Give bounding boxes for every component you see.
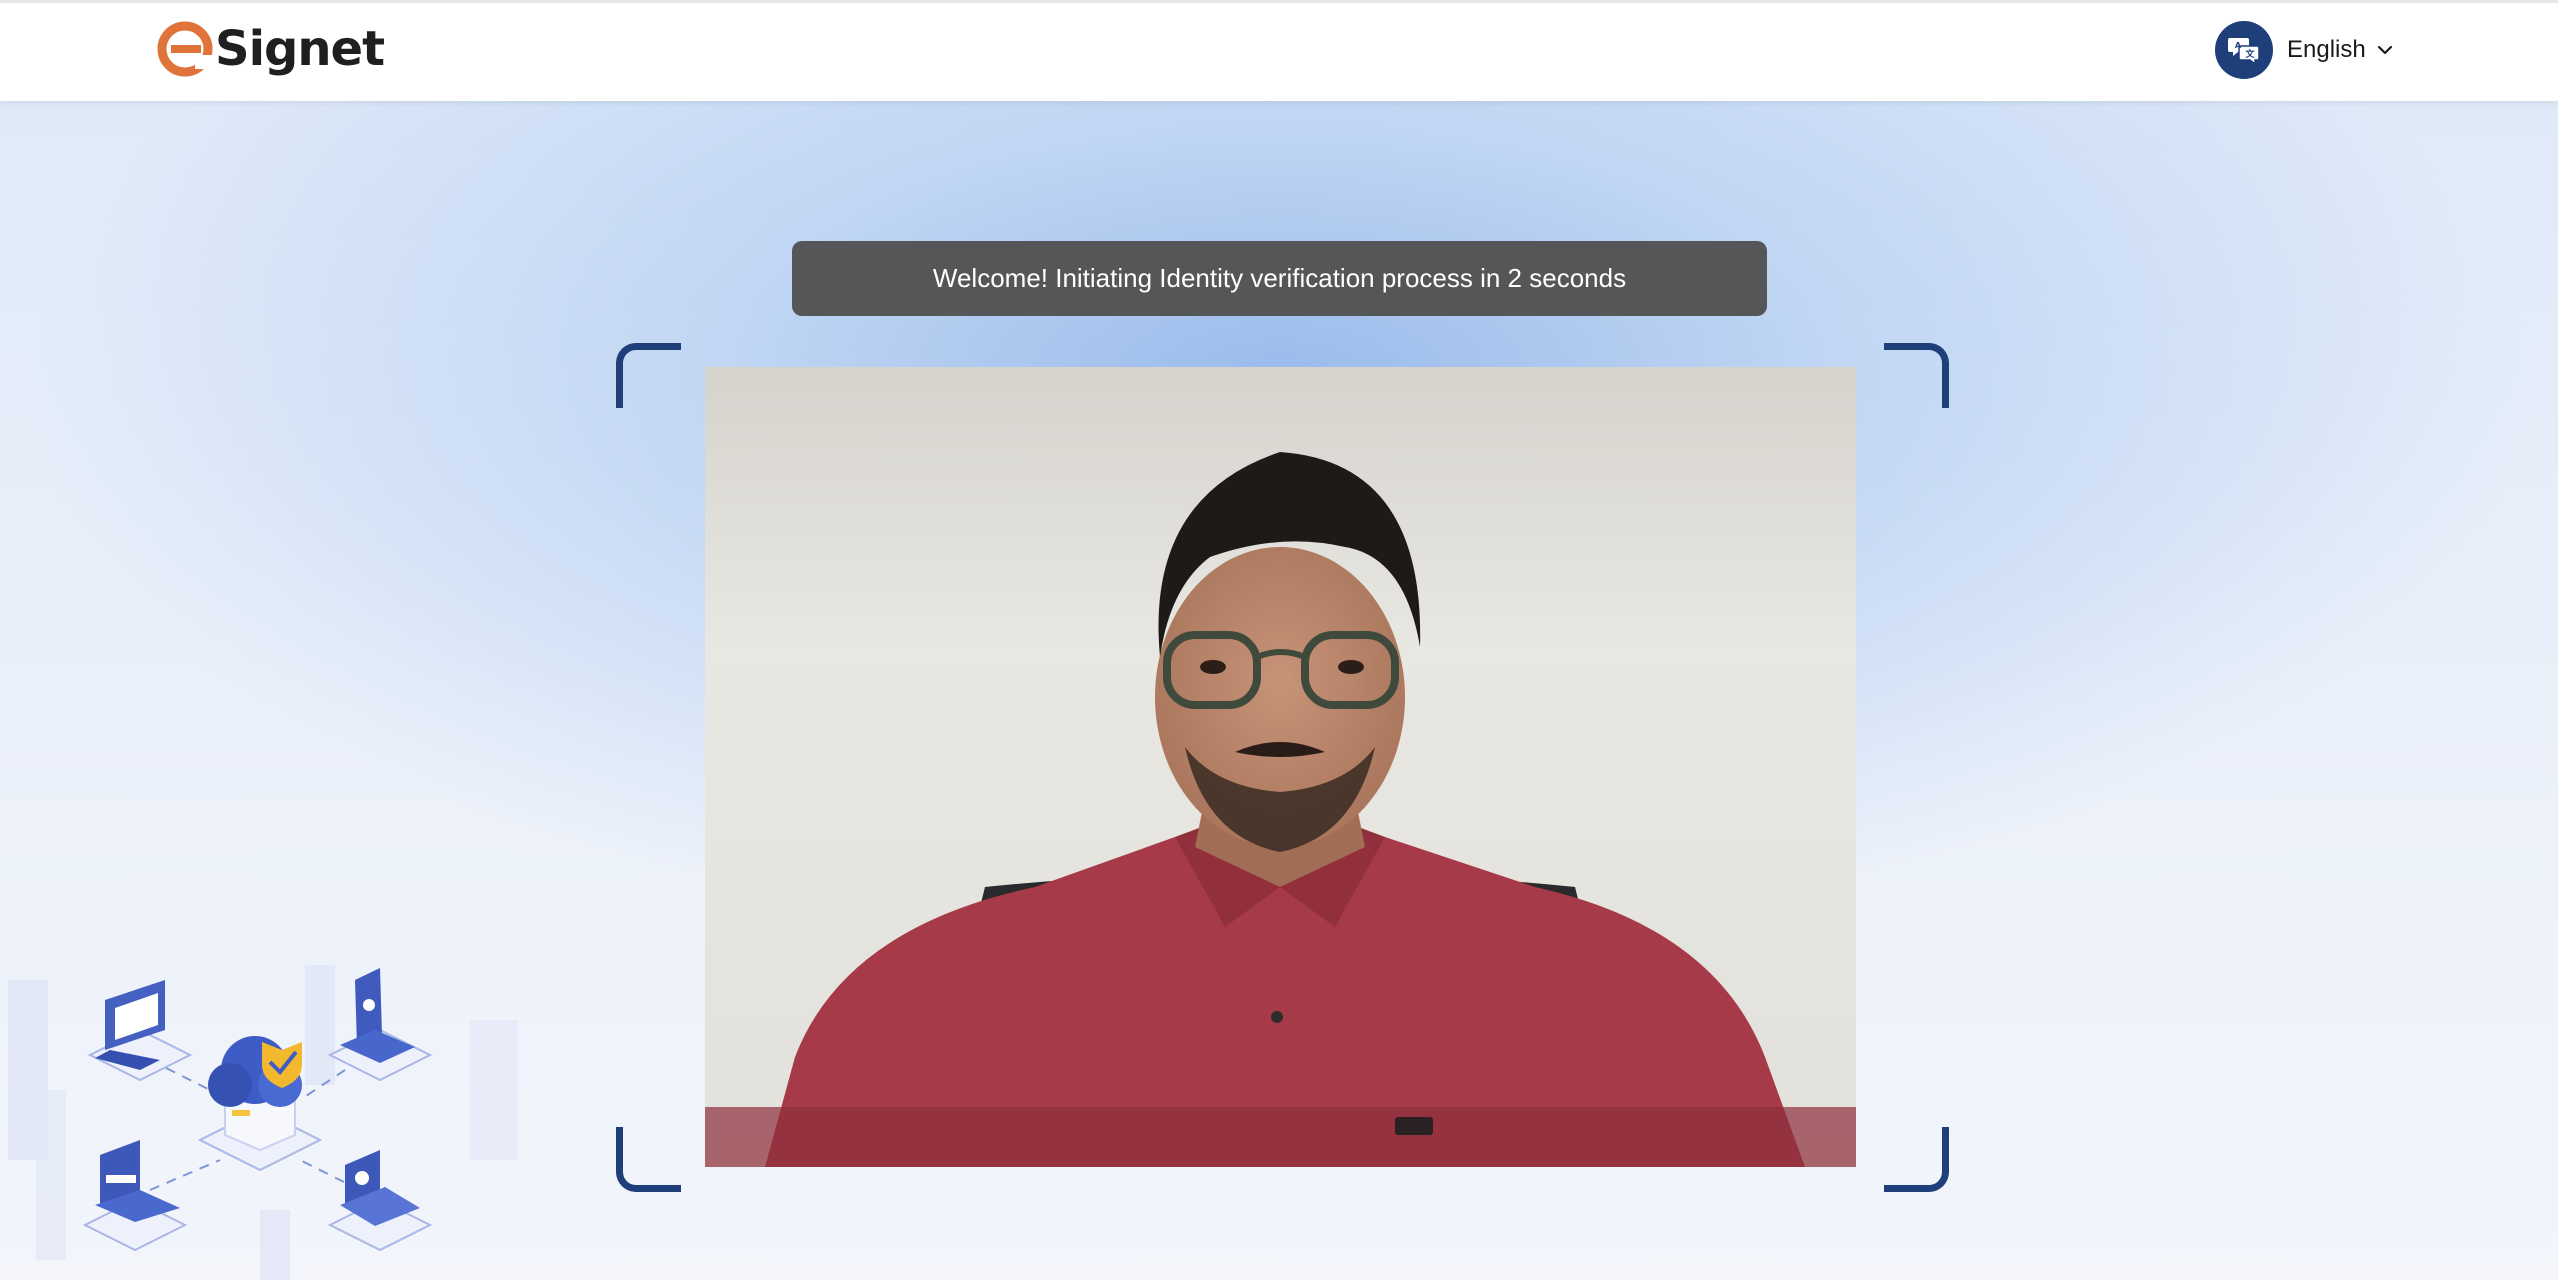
welcome-banner: Welcome! Initiating Identity verificatio…	[792, 241, 1767, 316]
frame-corner-top-right	[1884, 343, 1949, 408]
signet-logo[interactable]: Signet	[157, 19, 385, 79]
top-header: Signet 文 A English	[0, 0, 2558, 101]
welcome-message: Welcome! Initiating Identity verificatio…	[932, 263, 1627, 293]
language-label: English	[2287, 36, 2366, 63]
esignet-e-logo-icon	[157, 21, 213, 77]
frame-corner-bottom-left	[616, 1127, 681, 1192]
chevron-down-icon	[2377, 45, 2392, 55]
security-network-illustration	[8, 965, 518, 1280]
camera-feed	[705, 367, 1856, 1167]
translate-chat-icon: 文 A	[2215, 21, 2273, 79]
frame-corner-bottom-right	[1884, 1127, 1949, 1192]
frame-corner-top-left	[616, 343, 681, 408]
svg-text:文: 文	[2244, 48, 2255, 60]
logo-text: Signet	[215, 21, 385, 77]
svg-text:A: A	[2235, 41, 2242, 50]
person-in-camera	[705, 367, 1856, 1167]
language-selector[interactable]: 文 A English	[2215, 21, 2394, 79]
